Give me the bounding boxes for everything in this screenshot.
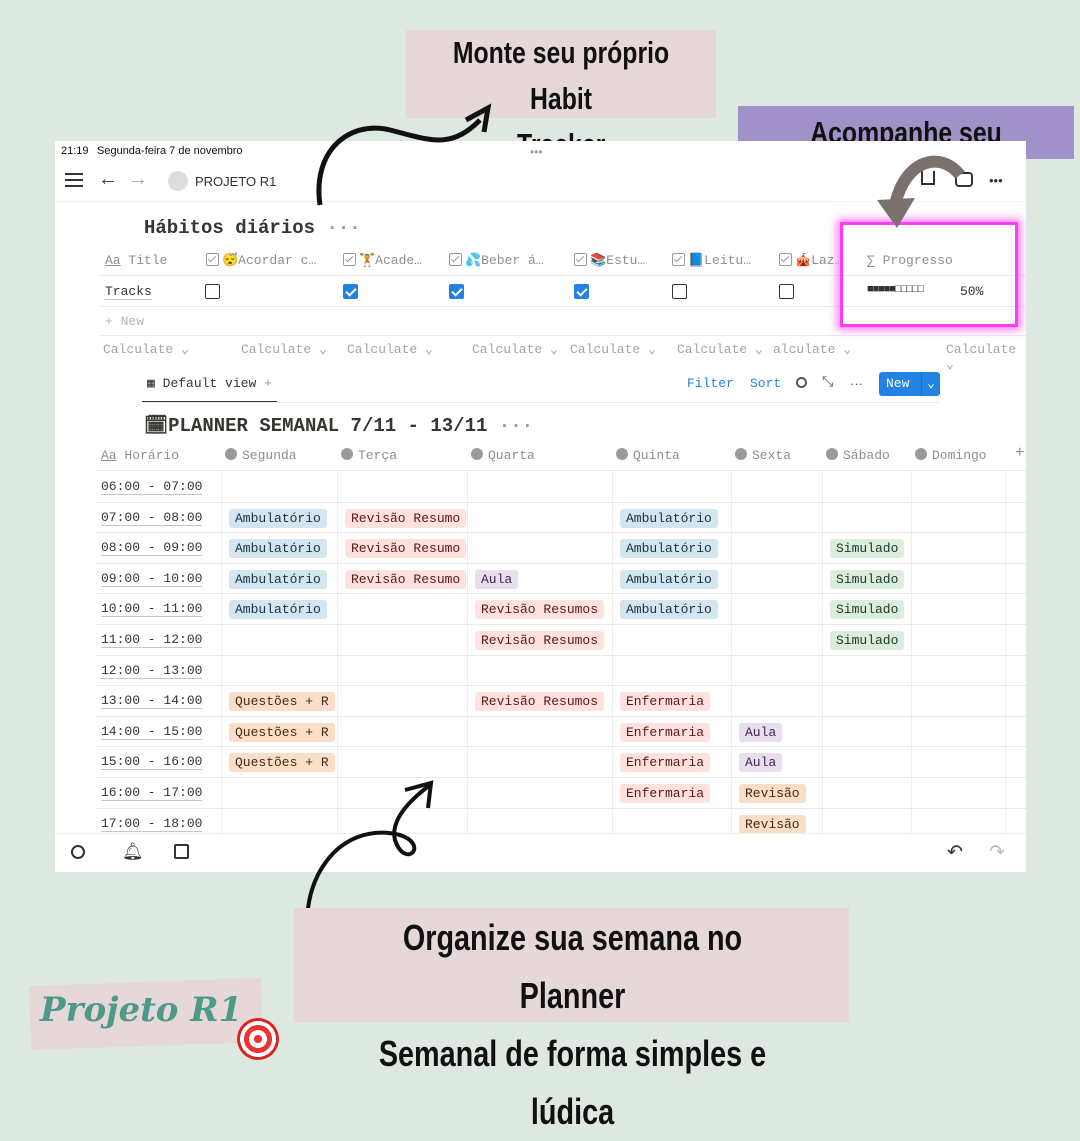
arrow-to-habits	[316, 118, 482, 206]
planner-annotation: Organize sua semana no Planner Semanal de…	[378, 917, 767, 1132]
arrow-to-progress	[889, 155, 965, 207]
target-icon	[237, 1018, 279, 1060]
arrow-head-progress	[877, 198, 915, 228]
logo-text: Projeto R1	[40, 990, 243, 1030]
